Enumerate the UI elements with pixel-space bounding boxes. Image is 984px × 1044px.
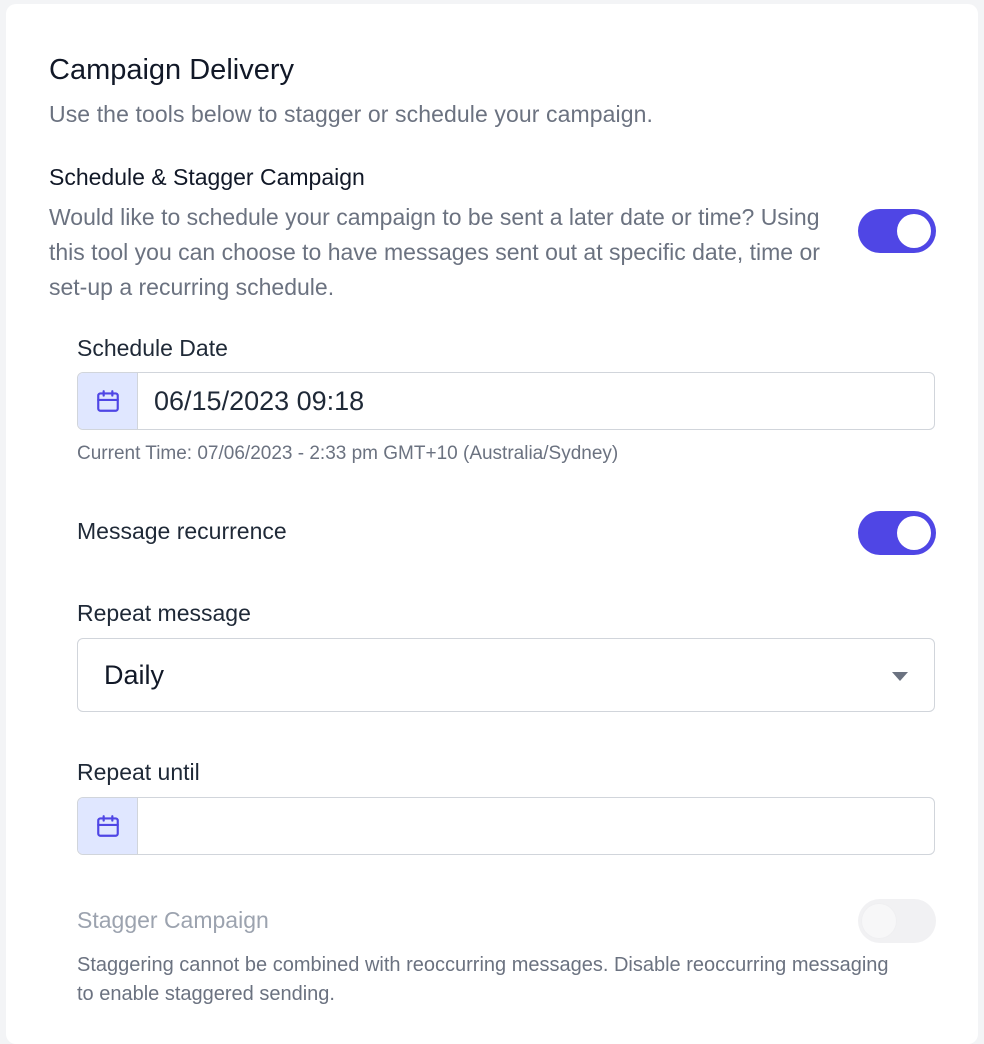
toggle-knob bbox=[897, 214, 931, 248]
calendar-icon[interactable] bbox=[78, 798, 138, 854]
schedule-stagger-title: Schedule & Stagger Campaign bbox=[49, 164, 365, 190]
schedule-toggle[interactable] bbox=[858, 209, 936, 253]
schedule-date-label: Schedule Date bbox=[77, 335, 228, 361]
campaign-delivery-card: Campaign Delivery Use the tools below to… bbox=[6, 4, 978, 1044]
repeat-message-value: Daily bbox=[104, 659, 165, 690]
recurrence-toggle[interactable] bbox=[858, 511, 936, 555]
schedule-date-field[interactable]: 06/15/2023 09:18 bbox=[77, 372, 935, 430]
repeat-message-select[interactable]: Daily bbox=[77, 638, 935, 712]
stagger-campaign-label: Stagger Campaign bbox=[77, 907, 269, 933]
repeat-until-field[interactable] bbox=[77, 797, 935, 855]
toggle-knob bbox=[897, 516, 931, 550]
current-time-hint: Current Time: 07/06/2023 - 2:33 pm GMT+1… bbox=[77, 443, 619, 464]
stagger-description: Staggering cannot be combined with reocc… bbox=[77, 954, 889, 1005]
schedule-date-input[interactable]: 06/15/2023 09:18 bbox=[154, 373, 364, 429]
stagger-toggle[interactable] bbox=[858, 899, 936, 943]
repeat-until-label: Repeat until bbox=[77, 759, 200, 785]
repeat-message-label: Repeat message bbox=[77, 600, 251, 626]
section-subtitle: Use the tools below to stagger or schedu… bbox=[49, 101, 654, 127]
toggle-knob bbox=[862, 904, 896, 938]
message-recurrence-label: Message recurrence bbox=[77, 518, 287, 544]
section-title: Campaign Delivery bbox=[49, 54, 294, 86]
chevron-down-icon bbox=[892, 672, 908, 681]
calendar-icon[interactable] bbox=[78, 373, 138, 429]
schedule-stagger-description: Would like to schedule your campaign to … bbox=[49, 204, 820, 300]
